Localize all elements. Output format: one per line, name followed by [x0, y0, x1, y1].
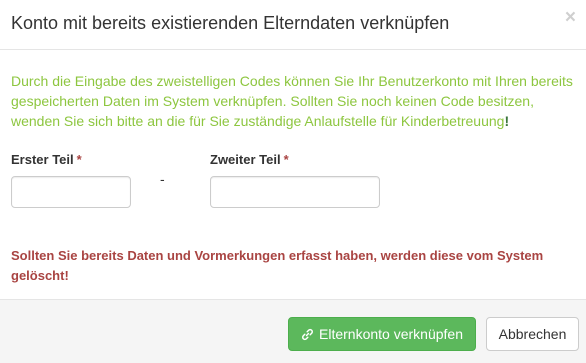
- first-part-label-text: Erster Teil: [11, 152, 74, 167]
- required-mark: *: [283, 152, 289, 167]
- first-part-input[interactable]: [11, 176, 131, 208]
- link-icon: [301, 328, 314, 341]
- info-text: Durch die Eingabe des zweistelligen Code…: [11, 71, 576, 131]
- info-exclamation: !: [504, 113, 510, 129]
- modal-dialog: Konto mit bereits existierenden Elternda…: [0, 0, 586, 363]
- modal-header: Konto mit bereits existierenden Elternda…: [0, 0, 586, 50]
- second-part-label-text: Zweiter Teil: [210, 152, 281, 167]
- modal-footer: Elternkonto verknüpfen Abbrechen: [0, 299, 586, 363]
- second-part-label: Zweiter Teil *: [210, 152, 289, 167]
- code-separator: -: [160, 171, 165, 187]
- link-account-button[interactable]: Elternkonto verknüpfen: [288, 317, 476, 351]
- second-part-input[interactable]: [210, 176, 380, 208]
- first-part-label: Erster Teil *: [11, 152, 82, 167]
- cancel-button[interactable]: Abbrechen: [486, 317, 579, 351]
- info-text-body: Durch die Eingabe des zweistelligen Code…: [11, 73, 573, 129]
- warning-text: Sollten Sie bereits Daten und Vormerkung…: [11, 248, 544, 283]
- required-mark: *: [76, 152, 82, 167]
- modal-title: Konto mit bereits existierenden Elternda…: [11, 13, 450, 33]
- link-account-button-label: Elternkonto verknüpfen: [319, 326, 463, 342]
- close-button[interactable]: ×: [565, 8, 576, 27]
